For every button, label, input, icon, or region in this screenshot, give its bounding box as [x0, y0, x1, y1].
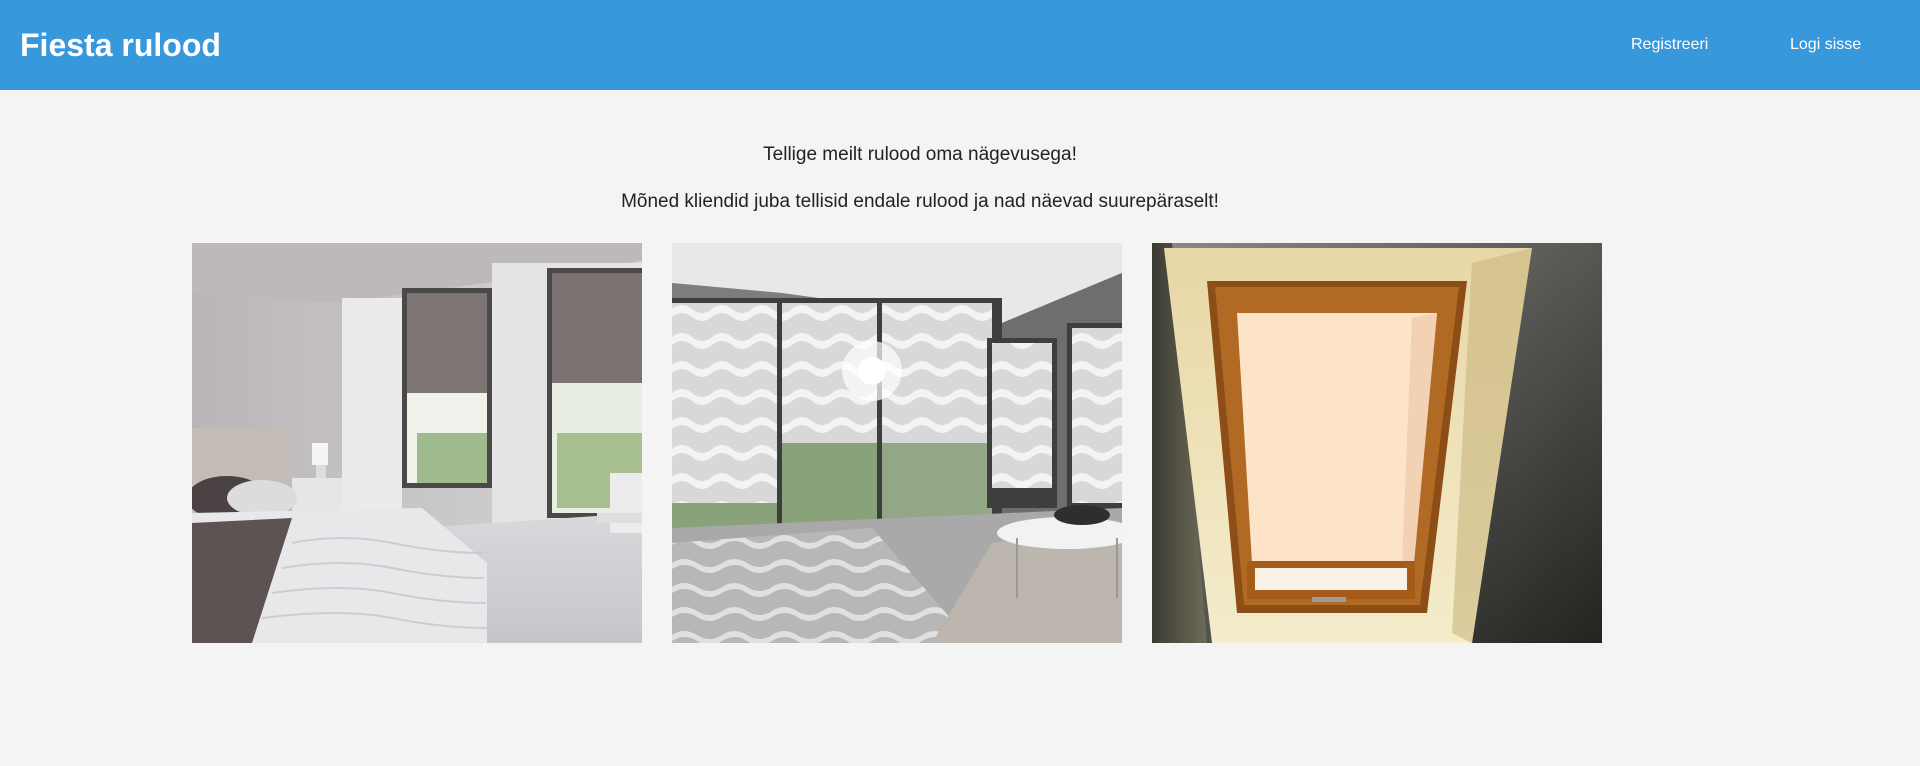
site-logo-title[interactable]: Fiesta rulood: [20, 25, 221, 65]
gallery-image-roof-window: [1152, 243, 1602, 643]
nav-register-link[interactable]: Registreeri: [1631, 35, 1708, 55]
gallery-image-zebra-blinds: [672, 243, 1122, 643]
intro-heading: Tellige meilt rulood oma nägevusega!: [763, 144, 1077, 165]
site-header: Fiesta rulood Registreeri Logi sisse: [0, 0, 1920, 90]
nav-login-link[interactable]: Logi sisse: [1790, 35, 1861, 55]
intro-subtext: Mõned kliendid juba tellisid endale rulo…: [621, 191, 1219, 212]
gallery-image-bedroom-blinds: [192, 243, 642, 643]
